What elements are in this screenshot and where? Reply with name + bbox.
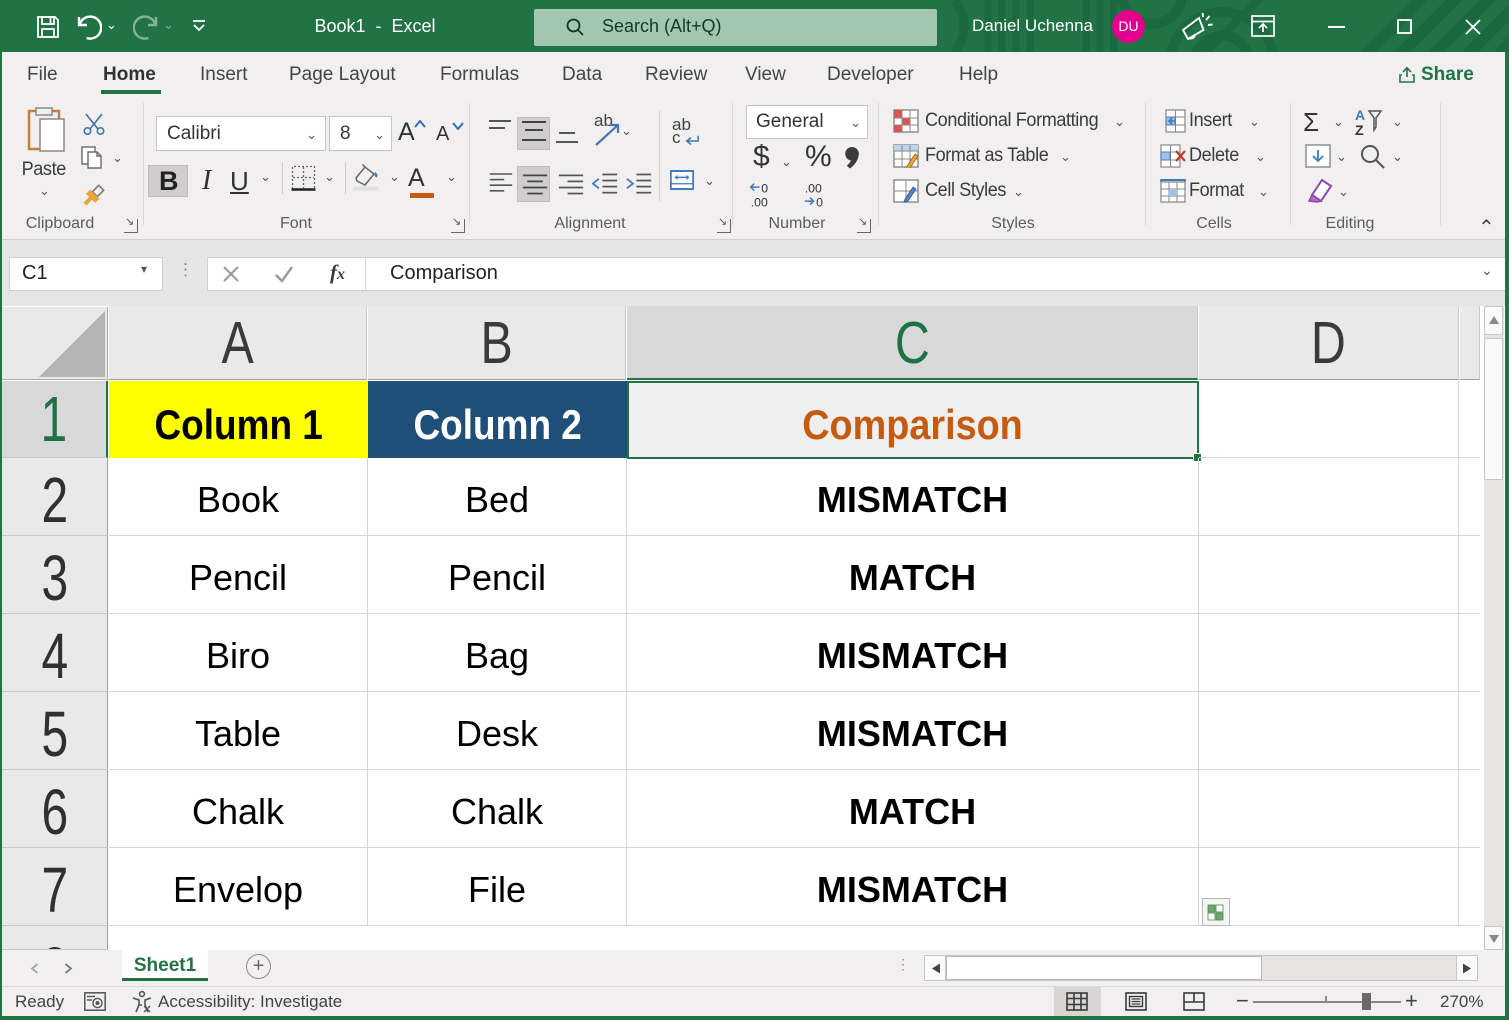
svg-text:.00: .00 [751,195,768,209]
svg-text:0: 0 [761,181,768,195]
svg-text:Z: Z [1355,122,1364,137]
svg-text:A: A [1355,107,1365,123]
svg-text:0: 0 [816,195,823,209]
svg-text:.00: .00 [805,181,822,195]
